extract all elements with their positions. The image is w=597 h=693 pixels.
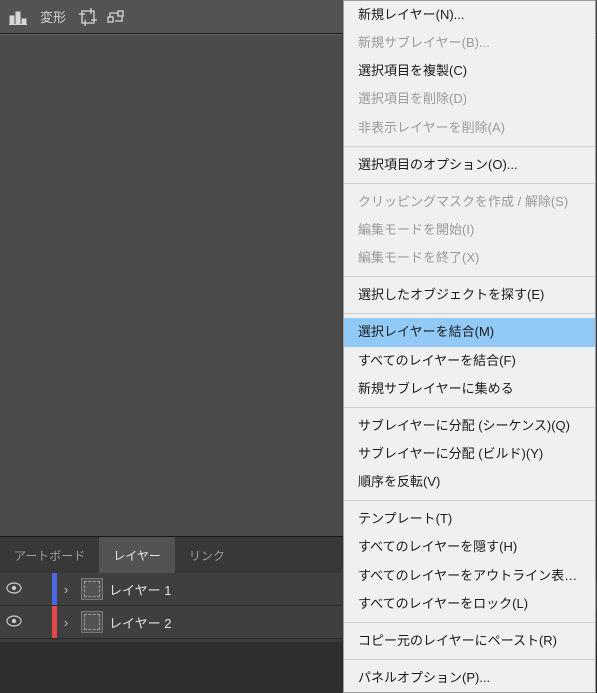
- context-menu-item[interactable]: 新規サブレイヤーに集める: [344, 375, 595, 403]
- context-menu-separator: [344, 659, 595, 660]
- context-menu-item[interactable]: 選択したオブジェクトを探す(E): [344, 281, 595, 309]
- context-menu-item: クリッピングマスクを作成 / 解除(S): [344, 188, 595, 216]
- align-tool-icon[interactable]: [4, 3, 32, 31]
- context-menu-item[interactable]: 選択項目を複製(C): [344, 57, 595, 85]
- context-menu-item[interactable]: テンプレート(T): [344, 505, 595, 533]
- context-menu-item[interactable]: サブレイヤーに分配 (ビルド)(Y): [344, 440, 595, 468]
- context-menu-item[interactable]: パネルオプション(P)...: [344, 664, 595, 692]
- context-menu-separator: [344, 276, 595, 277]
- transform-label[interactable]: 変形: [32, 7, 74, 26]
- context-menu-item: 編集モードを終了(X): [344, 244, 595, 272]
- chevron-right-icon[interactable]: ›: [57, 582, 75, 597]
- context-menu-item[interactable]: 選択レイヤーを結合(M): [344, 318, 595, 346]
- visibility-icon[interactable]: [0, 582, 28, 597]
- context-menu-item: 非表示レイヤーを削除(A): [344, 114, 595, 142]
- crop-tool-icon[interactable]: [74, 3, 102, 31]
- context-menu-item[interactable]: コピー元のレイヤーにペースト(R): [344, 627, 595, 655]
- context-menu-item: 選択項目を削除(D): [344, 85, 595, 113]
- layer-thumbnail[interactable]: [81, 578, 103, 600]
- context-menu-separator: [344, 622, 595, 623]
- context-menu-separator: [344, 500, 595, 501]
- arrange-tool-icon[interactable]: [102, 3, 130, 31]
- context-menu-item[interactable]: すべてのレイヤーを結合(F): [344, 347, 595, 375]
- context-menu-separator: [344, 183, 595, 184]
- context-menu-separator: [344, 313, 595, 314]
- context-menu-separator: [344, 407, 595, 408]
- chevron-right-icon[interactable]: ›: [57, 615, 75, 630]
- context-menu-item[interactable]: すべてのレイヤーをロック(L): [344, 590, 595, 618]
- context-menu-separator: [344, 146, 595, 147]
- context-menu-item[interactable]: 新規レイヤー(N)...: [344, 1, 595, 29]
- tab-links[interactable]: リンク: [175, 537, 239, 573]
- context-menu-item[interactable]: すべてのレイヤーを隠す(H): [344, 533, 595, 561]
- layer-name[interactable]: レイヤー 1: [109, 580, 368, 599]
- visibility-icon[interactable]: [0, 615, 28, 630]
- tab-layers[interactable]: レイヤー: [99, 537, 175, 573]
- layer-thumbnail[interactable]: [81, 611, 103, 633]
- layers-context-menu: 新規レイヤー(N)...新規サブレイヤー(B)...選択項目を複製(C)選択項目…: [343, 0, 596, 693]
- context-menu-item: 新規サブレイヤー(B)...: [344, 29, 595, 57]
- context-menu-item: 編集モードを開始(I): [344, 216, 595, 244]
- tab-artboard[interactable]: アートボード: [0, 537, 99, 573]
- context-menu-item[interactable]: サブレイヤーに分配 (シーケンス)(Q): [344, 412, 595, 440]
- context-menu-item[interactable]: 順序を反転(V): [344, 468, 595, 496]
- context-menu-item[interactable]: 選択項目のオプション(O)...: [344, 151, 595, 179]
- context-menu-item[interactable]: すべてのレイヤーをアウトライン表示(U): [344, 562, 595, 590]
- layer-name[interactable]: レイヤー 2: [109, 613, 368, 632]
